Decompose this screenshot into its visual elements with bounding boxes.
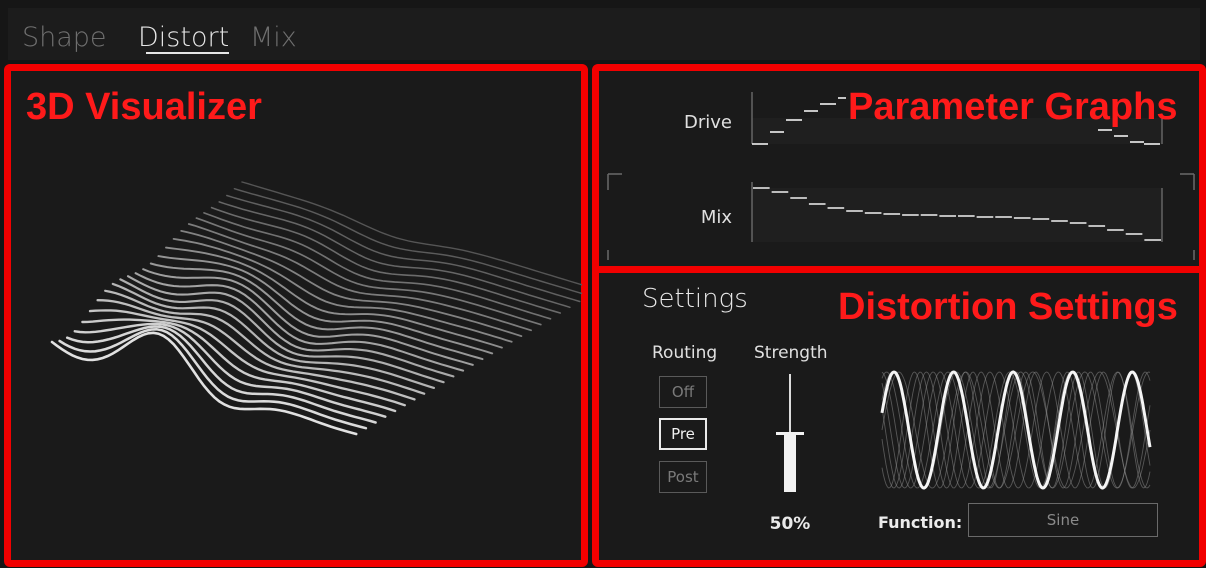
graph-corner-bracket: [607, 250, 1195, 260]
visualizer-wave-line: [218, 201, 571, 309]
visualizer-wave-line: [50, 331, 358, 436]
function-select[interactable]: Sine: [968, 503, 1158, 537]
drive-label: Drive: [684, 112, 732, 133]
mix-graph-area: [752, 188, 1162, 242]
visualizer-wave-line: [172, 237, 513, 343]
tab-shape[interactable]: Shape: [22, 22, 107, 53]
strength-slider-thumb: [776, 432, 804, 435]
strength-value: 50%: [769, 514, 811, 534]
tab-bar: Shape Distort Mix: [8, 8, 1200, 60]
routing-off-button[interactable]: Off: [659, 376, 707, 408]
settings-title: Settings: [642, 284, 748, 314]
visualizer-overlay-label: 3D Visualizer: [26, 86, 262, 128]
routing-header: Routing: [652, 343, 718, 363]
distortion-plugin-window: Shape Distort Mix 3D Visualizer Drive Mi…: [0, 0, 1206, 568]
routing-pre-button[interactable]: Pre: [659, 418, 707, 450]
active-tab-underline: [146, 52, 229, 54]
visualizer-wave-line: [210, 206, 561, 314]
strength-header: Strength: [754, 343, 828, 363]
graph-corner-bracket: [1180, 173, 1195, 190]
routing-post-button[interactable]: Post: [659, 461, 707, 493]
visualizer-wave-line: [119, 278, 445, 384]
visualizer-wave-line: [65, 325, 377, 424]
distortion-overlay-label: Distortion Settings: [838, 286, 1178, 328]
3d-visualizer-canvas[interactable]: [12, 72, 582, 552]
strength-slider-fill: [784, 435, 796, 492]
strength-slider[interactable]: [770, 372, 810, 498]
graph-corner-bracket: [607, 173, 622, 190]
visualizer-wave-line: [241, 181, 582, 286]
function-label: Function:: [878, 513, 963, 532]
visualizer-wave-line: [195, 217, 542, 326]
graphs-overlay-label: Parameter Graphs: [848, 86, 1178, 128]
tab-mix[interactable]: Mix: [250, 22, 297, 53]
tab-distort[interactable]: Distort: [138, 22, 229, 53]
mix-label: Mix: [700, 207, 732, 228]
waveform-preview: [880, 370, 1152, 490]
